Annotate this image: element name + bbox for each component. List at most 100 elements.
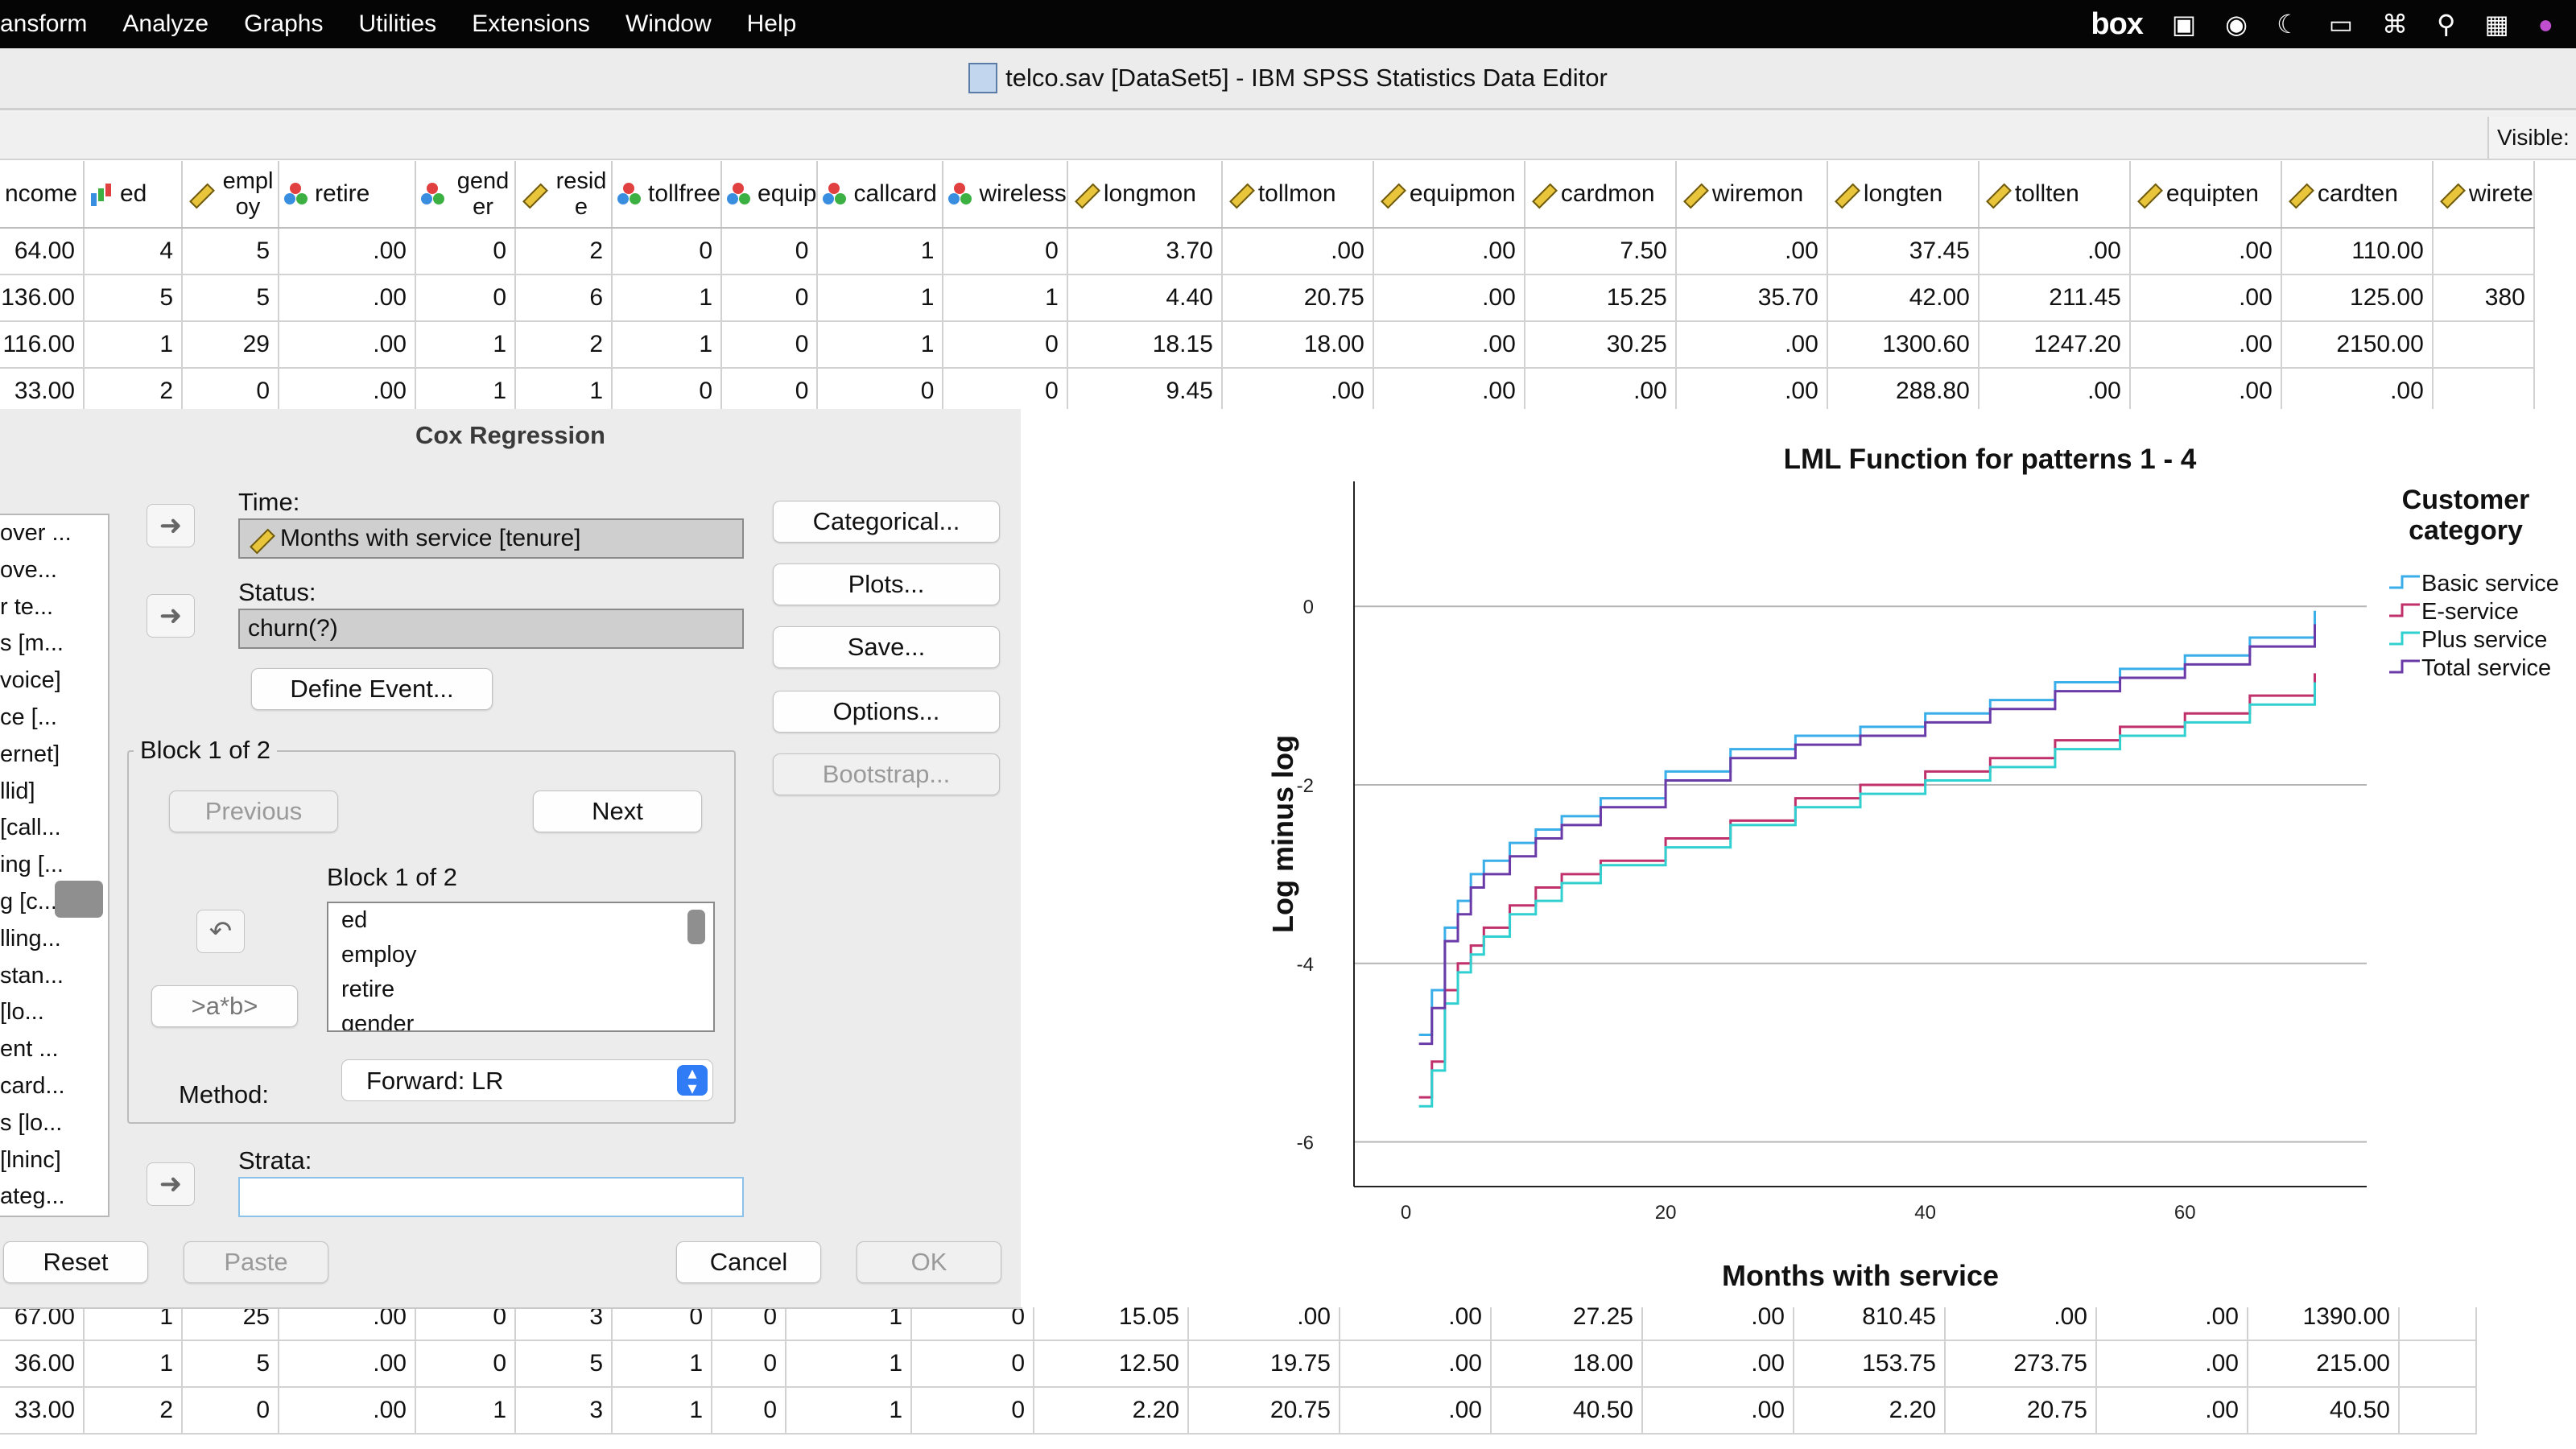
move-to-strata-button[interactable]: ➜	[147, 1162, 195, 1206]
table-cell[interactable]: .00	[1524, 368, 1677, 415]
table-cell[interactable]: .00	[1373, 228, 1525, 275]
search-icon[interactable]: ⚲	[2437, 9, 2455, 39]
table-cell[interactable]: 30.25	[1524, 321, 1677, 369]
table-cell[interactable]: 2	[84, 368, 183, 415]
move-to-block-button[interactable]: ↶	[196, 910, 245, 953]
box-logo[interactable]: box	[2091, 7, 2144, 42]
table-cell[interactable]: 3	[515, 1387, 613, 1435]
menu-item[interactable]: Window	[625, 10, 712, 38]
table-cell[interactable]: 0	[911, 1387, 1034, 1435]
menu-item[interactable]: Extensions	[472, 10, 590, 38]
table-cell[interactable]: 5	[84, 275, 183, 322]
menu-item[interactable]: Help	[747, 10, 797, 38]
column-header[interactable]: longmon	[1067, 161, 1223, 229]
table-cell[interactable]: 211.45	[1978, 275, 2131, 322]
bootstrap-button[interactable]: Bootstrap...	[773, 753, 1000, 795]
column-header[interactable]: tollten	[1978, 161, 2131, 229]
table-cell[interactable]: 12.50	[1034, 1340, 1189, 1388]
table-cell[interactable]: .00	[1373, 368, 1525, 415]
table-cell[interactable]: 136.00	[0, 275, 85, 322]
table-cell[interactable]: 0	[182, 1387, 279, 1435]
table-cell[interactable]: .00	[2129, 228, 2282, 275]
column-header[interactable]: equip	[721, 161, 819, 229]
table-cell[interactable]: 40.50	[1491, 1387, 1643, 1435]
table-cell[interactable]: 110.00	[2281, 228, 2434, 275]
column-header[interactable]: ncome	[0, 161, 85, 229]
column-header[interactable]: cardten	[2281, 161, 2434, 229]
table-cell[interactable]: 35.70	[1675, 275, 1828, 322]
list-item[interactable]: [lo...	[0, 994, 71, 1031]
strata-field[interactable]	[238, 1177, 744, 1217]
move-to-time-button[interactable]: ➜	[147, 504, 195, 547]
table-cell[interactable]: 3.70	[1067, 228, 1223, 275]
define-event-button[interactable]: Define Event...	[251, 668, 493, 710]
table-cell[interactable]: 64.00	[0, 228, 85, 275]
finder-icon[interactable]: ▣	[2172, 9, 2196, 39]
variable-list-scrollbar[interactable]	[55, 881, 103, 918]
table-cell[interactable]: 0	[817, 368, 944, 415]
table-cell[interactable]: 0	[721, 275, 819, 322]
table-cell[interactable]: 273.75	[1945, 1340, 2097, 1388]
list-item[interactable]: r te...	[0, 589, 71, 626]
table-cell[interactable]: 1	[943, 275, 1068, 322]
variable-list[interactable]: over ... ove... r te... s [m... voice] ce [.…	[0, 514, 109, 1217]
column-header[interactable]: longten	[1827, 161, 1979, 229]
table-cell[interactable]: 153.75	[1794, 1340, 1946, 1388]
table-cell[interactable]: .00	[1642, 1387, 1794, 1435]
list-item[interactable]: over ...	[0, 515, 72, 552]
table-cell[interactable]: 4.40	[1067, 275, 1223, 322]
table-cell[interactable]: 29	[182, 321, 279, 369]
column-header[interactable]: equipmon	[1373, 161, 1525, 229]
list-item[interactable]: ce [...	[0, 700, 71, 737]
method-select[interactable]: Forward: LR ▴ ▾	[341, 1059, 713, 1101]
table-cell[interactable]: 37.45	[1827, 228, 1979, 275]
table-cell[interactable]: 19.75	[1188, 1340, 1340, 1388]
table-cell[interactable]: .00	[1675, 228, 1828, 275]
list-item[interactable]: ateg...	[0, 1179, 71, 1216]
table-cell[interactable]: 0	[182, 368, 279, 415]
table-cell[interactable]: 1	[415, 1387, 516, 1435]
column-header[interactable]: retire	[279, 161, 416, 229]
table-cell[interactable]: .00	[279, 1387, 416, 1435]
list-item[interactable]: ing [...	[0, 847, 71, 884]
table-cell[interactable]: .00	[1978, 228, 2131, 275]
wifi-icon[interactable]: ⌘	[2382, 9, 2408, 39]
block-variable-list[interactable]: ed employ retire gender	[327, 902, 715, 1032]
table-cell[interactable]: 5	[182, 228, 279, 275]
table-cell[interactable]: 0	[943, 321, 1068, 369]
table-cell[interactable]: .00	[1340, 1387, 1492, 1435]
table-cell[interactable]: 215.00	[2248, 1340, 2400, 1388]
column-header[interactable]: wirete	[2432, 161, 2535, 229]
table-cell[interactable]: 1	[84, 1340, 183, 1388]
status-field[interactable]: churn(?)	[238, 609, 744, 649]
column-header[interactable]: resid e	[515, 161, 613, 229]
table-cell[interactable]: 0	[612, 228, 723, 275]
menu-item[interactable]: Utilities	[359, 10, 437, 38]
list-item[interactable]: lling...	[0, 921, 71, 958]
list-item[interactable]: card...	[0, 1068, 71, 1105]
table-cell[interactable]: 36.00	[0, 1340, 85, 1388]
paste-button[interactable]: Paste	[184, 1241, 328, 1283]
save-button[interactable]: Save...	[773, 626, 1000, 668]
table-cell[interactable]	[2432, 321, 2535, 369]
table-cell[interactable]: 1	[84, 321, 183, 369]
table-cell[interactable]: 0	[721, 368, 819, 415]
table-cell[interactable]: 1	[415, 368, 516, 415]
list-item[interactable]: s [m...	[0, 625, 71, 663]
siri-icon[interactable]: ●	[2538, 10, 2553, 39]
table-cell[interactable]: 0	[943, 368, 1068, 415]
table-cell[interactable]: 42.00	[1827, 275, 1979, 322]
list-item[interactable]: ed	[335, 903, 713, 938]
table-cell[interactable]: .00	[1675, 368, 1828, 415]
reset-button[interactable]: Reset	[3, 1241, 148, 1283]
table-cell[interactable]: 1	[515, 368, 613, 415]
plots-button[interactable]: Plots...	[773, 564, 1000, 605]
column-header[interactable]: equipten	[2129, 161, 2282, 229]
table-cell[interactable]: 2.20	[1794, 1387, 1946, 1435]
table-cell[interactable]: .00	[279, 368, 416, 415]
table-cell[interactable]: 0	[415, 228, 516, 275]
previous-button[interactable]: Previous	[169, 791, 338, 832]
table-cell[interactable]: .00	[2129, 275, 2282, 322]
column-header[interactable]: cardmon	[1524, 161, 1677, 229]
table-cell[interactable]: 20.75	[1945, 1387, 2097, 1435]
